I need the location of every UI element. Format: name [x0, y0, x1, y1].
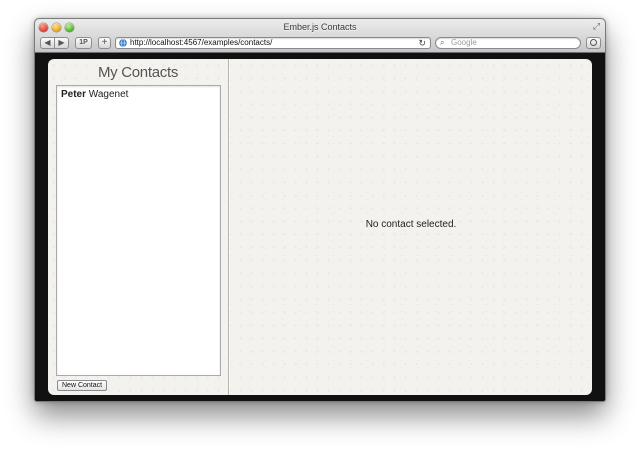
downloads-button[interactable]: [586, 37, 601, 49]
back-arrow-icon: ◀: [44, 38, 51, 47]
plus-icon: +: [101, 37, 108, 48]
search-placeholder: Google: [451, 38, 477, 47]
fullscreen-icon[interactable]: ⤢: [592, 22, 601, 31]
reload-icon[interactable]: ↻: [418, 38, 426, 48]
contact-detail-pane: No contact selected.: [230, 59, 592, 395]
add-bookmark-button[interactable]: +: [98, 37, 111, 49]
window-title: Ember.js Contacts: [283, 22, 357, 32]
new-contact-button[interactable]: New Contact: [57, 380, 108, 391]
sidebar-title: My Contacts: [97, 64, 179, 81]
globe-icon: [119, 39, 127, 47]
back-button[interactable]: ◀: [40, 37, 55, 49]
forward-button[interactable]: ▶: [54, 37, 69, 49]
password-label: 1P: [79, 39, 88, 46]
search-icon: ⌕: [440, 38, 445, 47]
url-text[interactable]: http://localhost:4567/examples/contacts/: [130, 38, 272, 48]
screenshot-stage: Ember.js Contacts ⤢ ◀ ▶ 1P + http://loca…: [0, 0, 640, 449]
contact-first-name: Peter: [61, 89, 87, 100]
address-bar[interactable]: http://localhost:4567/examples/contacts/…: [115, 37, 431, 49]
contact-last-name: Wagenet: [88, 89, 129, 100]
page-frame: My Contacts Peter Wagenet New Contact No…: [35, 53, 605, 401]
contact-list[interactable]: Peter Wagenet: [56, 85, 221, 376]
browser-window: Ember.js Contacts ⤢ ◀ ▶ 1P + http://loca…: [34, 18, 606, 402]
sidebar: My Contacts Peter Wagenet New Contact: [48, 59, 229, 395]
forward-arrow-icon: ▶: [58, 38, 65, 47]
contacts-app: My Contacts Peter Wagenet New Contact No…: [48, 59, 592, 395]
password-button[interactable]: 1P: [75, 37, 92, 49]
browser-chrome: Ember.js Contacts ⤢ ◀ ▶ 1P + http://loca…: [35, 19, 605, 53]
contact-list-item[interactable]: Peter Wagenet: [61, 89, 128, 100]
downloads-icon: [590, 39, 597, 46]
empty-state-message: No contact selected.: [365, 219, 457, 230]
search-field[interactable]: ⌕ Google: [435, 37, 581, 49]
